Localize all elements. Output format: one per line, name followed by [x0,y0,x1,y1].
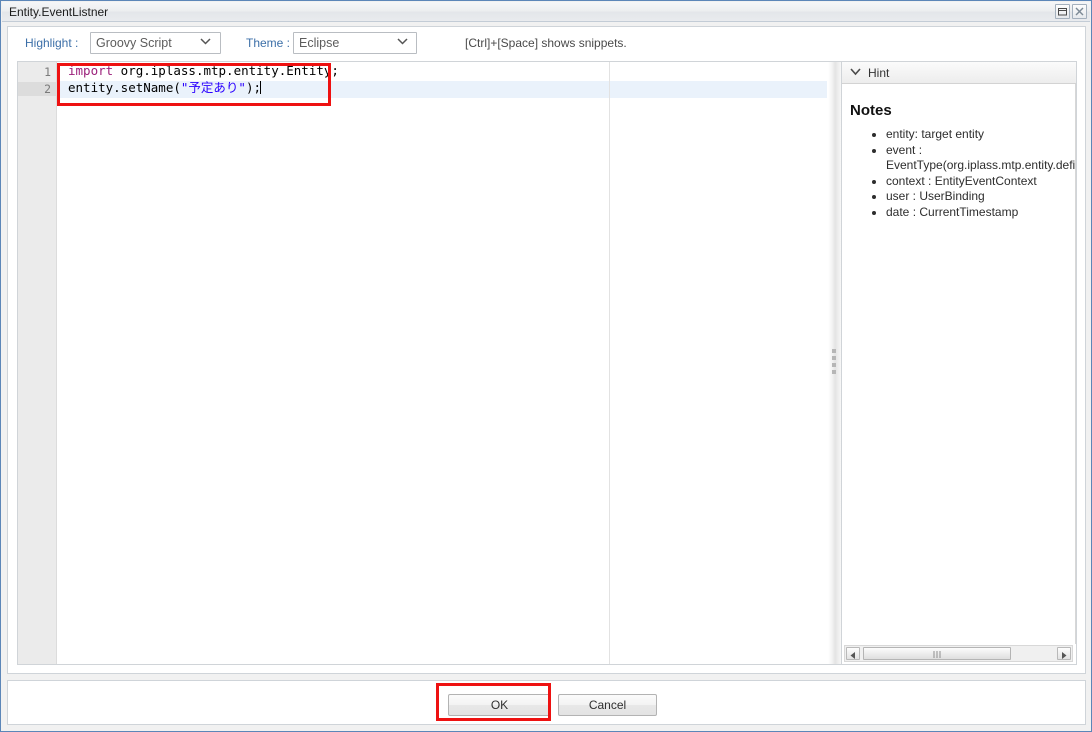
scroll-left-button[interactable] [846,647,860,660]
restore-icon [1058,8,1067,16]
chevron-down-icon [850,68,861,76]
text-caret [260,81,262,94]
code-token-plain: org.iplass.mtp.entity.Entity; [113,63,339,78]
script-editor-dialog: Entity.EventListner Highlight : Groovy S [0,0,1092,732]
code-text[interactable]: import org.iplass.mtp.entity.Entity; ent… [68,62,339,96]
window-controls [1055,4,1087,19]
ok-button[interactable]: OK [448,694,551,716]
hint-header[interactable]: Hint [842,62,1076,84]
hint-title: Hint [868,66,890,80]
highlight-label: Highlight : [25,36,79,50]
restore-window-button[interactable] [1055,4,1070,19]
theme-label: Theme : [246,36,291,50]
close-window-button[interactable] [1072,4,1087,19]
window-title: Entity.EventListner [9,5,109,19]
code-token-string: "予定あり" [180,80,246,95]
triangle-right-icon [1062,652,1067,659]
list-item: entity: target entity [886,127,1075,143]
list-item: date : CurrentTimestamp [886,205,1075,221]
code-token-plain: ); [245,80,262,95]
triangle-left-icon [850,652,855,659]
line-number: 2 [18,82,56,96]
title-bar: Entity.EventListner [2,2,1090,22]
code-pane[interactable]: 1 2 import org.iplass.mtp.entity.Entity;… [18,62,827,664]
list-item: event : EventType(org.iplass.mtp.entity.… [886,143,1075,174]
code-line: entity.setName("予定あり"); [68,80,262,95]
pane-splitter[interactable] [828,62,841,664]
editor-toolbar: Highlight : Groovy Script Theme : Eclips… [8,27,1085,61]
code-token-plain: entity.setName( [68,80,181,95]
scroll-right-button[interactable] [1057,647,1071,660]
hint-horizontal-scrollbar[interactable] [844,645,1073,662]
code-token-keyword: import [68,63,114,78]
hint-notes-title: Notes [850,102,892,119]
editor-container: 1 2 import org.iplass.mtp.entity.Entity;… [17,61,1077,665]
hint-pane: Hint Notes entity: target entity event :… [841,62,1076,664]
hint-notes-list: entity: target entity event : EventType(… [842,127,1075,220]
snippet-hint-text: [Ctrl]+[Space] shows snippets. [465,36,627,50]
line-number: 1 [44,65,51,79]
line-number-gutter: 1 2 [18,62,57,664]
cancel-button[interactable]: Cancel [558,694,657,716]
splitter-grip-icon [832,349,836,377]
close-icon [1075,7,1084,16]
code-line: import org.iplass.mtp.entity.Entity; [68,63,339,78]
scrollbar-grip-icon [933,651,941,658]
highlight-select[interactable]: Groovy Script [90,32,221,54]
theme-select[interactable]: Eclipse [293,32,417,54]
code-area[interactable]: import org.iplass.mtp.entity.Entity; ent… [57,62,827,664]
scrollbar-thumb[interactable] [863,647,1011,660]
dialog-footer: OK Cancel [7,680,1086,725]
print-margin-ruler [609,62,610,664]
hint-content: Notes entity: target entity event : Even… [842,84,1076,644]
dialog-body: Highlight : Groovy Script Theme : Eclips… [7,26,1086,674]
list-item: context : EntityEventContext [886,174,1075,190]
list-item: user : UserBinding [886,189,1075,205]
